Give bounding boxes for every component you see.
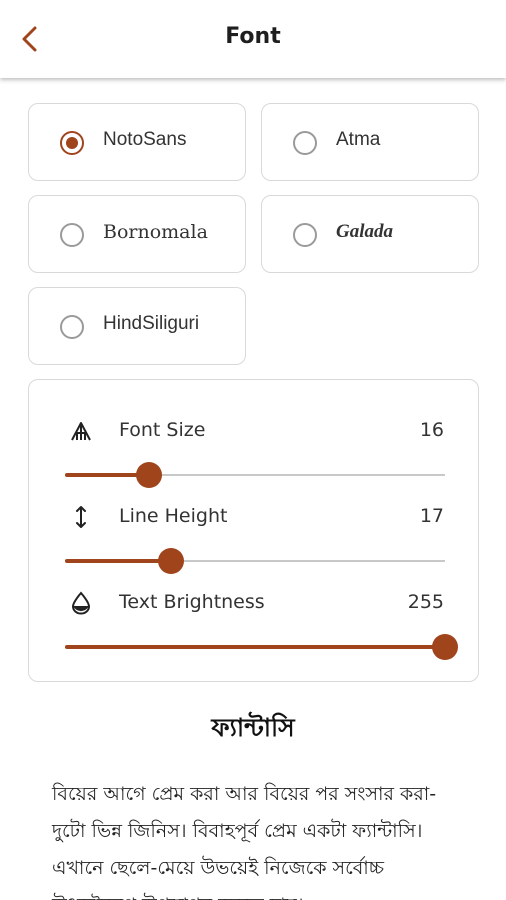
text-brightness-label: Text Brightness bbox=[119, 591, 265, 613]
slider-fill bbox=[65, 645, 445, 649]
text-settings-card: Font Size 16 Line Height 17 Text Brightn… bbox=[28, 379, 479, 682]
preview-title: ফ্যান্টাসি bbox=[211, 713, 295, 742]
line-height-label: Line Height bbox=[119, 505, 228, 527]
font-option-hindsiliguri[interactable]: HindSiliguri bbox=[28, 287, 246, 365]
font-size-slider[interactable] bbox=[65, 460, 445, 490]
text-brightness-row: Text Brightness 255 bbox=[29, 589, 478, 619]
font-option-label: Atma bbox=[336, 129, 381, 150]
brightness-drop-icon bbox=[71, 591, 91, 615]
page-title: Font bbox=[225, 24, 281, 49]
font-option-label: NotoSans bbox=[103, 129, 187, 150]
slider-thumb[interactable] bbox=[158, 548, 184, 574]
font-option-label: Bornomala bbox=[103, 221, 208, 243]
slider-fill bbox=[65, 559, 171, 563]
radio-button[interactable] bbox=[293, 223, 317, 247]
font-option-atma[interactable]: Atma bbox=[261, 103, 479, 181]
font-size-value: 16 bbox=[419, 419, 444, 441]
text-brightness-value: 255 bbox=[407, 591, 444, 613]
radio-button[interactable] bbox=[60, 315, 84, 339]
text-brightness-slider[interactable] bbox=[65, 632, 458, 662]
font-option-label: Galada bbox=[336, 221, 393, 242]
app-bar: Font bbox=[0, 0, 506, 78]
radio-button[interactable] bbox=[293, 131, 317, 155]
font-option-notosans[interactable]: NotoSans bbox=[28, 103, 246, 181]
preview-body: বিয়ের আগে প্রেম করা আর বিয়ের পর সংসার … bbox=[52, 783, 437, 900]
font-option-galada[interactable]: Galada bbox=[261, 195, 479, 273]
line-height-value: 17 bbox=[419, 505, 444, 527]
line-height-icon bbox=[76, 506, 86, 528]
font-option-bornomala[interactable]: Bornomala bbox=[28, 195, 246, 273]
line-height-slider[interactable] bbox=[65, 546, 445, 576]
font-size-row: Font Size 16 bbox=[29, 417, 478, 447]
line-height-row: Line Height 17 bbox=[29, 503, 478, 533]
slider-thumb[interactable] bbox=[432, 634, 458, 660]
radio-button-selected[interactable] bbox=[60, 131, 84, 155]
font-size-label: Font Size bbox=[119, 419, 206, 441]
radio-button[interactable] bbox=[60, 223, 84, 247]
font-option-label: HindSiliguri bbox=[103, 313, 200, 334]
text-size-icon bbox=[71, 422, 91, 441]
slider-thumb[interactable] bbox=[136, 462, 162, 488]
